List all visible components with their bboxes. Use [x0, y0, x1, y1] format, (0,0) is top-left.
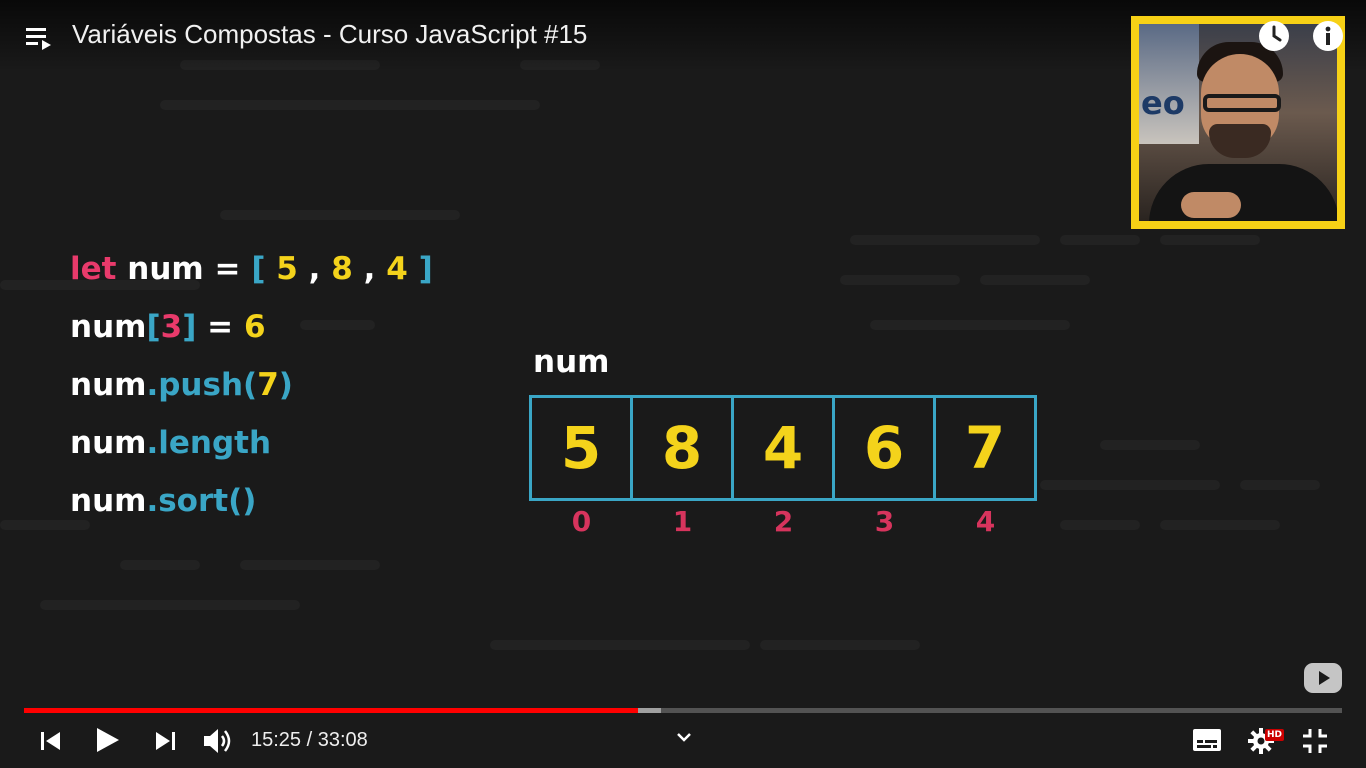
code-line-1: let num = [ 5 , 8 , 4 ]: [70, 240, 433, 298]
method-call: .push(: [146, 367, 258, 403]
clock-icon[interactable]: [1258, 20, 1290, 52]
exit-fullscreen-icon[interactable]: [1302, 728, 1328, 759]
property-access: .length: [146, 425, 272, 461]
hd-badge: HD: [1265, 729, 1285, 741]
array-index: 2: [773, 505, 794, 538]
number: 5: [276, 251, 298, 287]
separator: ,: [308, 251, 321, 287]
separator: ,: [363, 251, 376, 287]
operator: =: [214, 251, 241, 287]
method-call: .sort(): [146, 483, 257, 519]
variable-name: num: [70, 309, 147, 345]
bracket: [: [146, 309, 161, 345]
operator: =: [207, 309, 234, 345]
youtube-logo-icon[interactable]: [1304, 663, 1342, 693]
variable-name: num: [70, 425, 147, 461]
variable-name: num: [127, 251, 204, 287]
code-line-4: num.length: [70, 414, 433, 472]
bracket: [: [251, 251, 266, 287]
array-cell: 5: [532, 398, 633, 498]
info-icon[interactable]: [1312, 20, 1344, 52]
code-line-5: num.sort(): [70, 472, 433, 530]
keyword: let: [70, 251, 117, 287]
variable-name: num: [70, 367, 147, 403]
time-separator: /: [301, 729, 318, 751]
array-index: 1: [672, 505, 693, 538]
current-time: 15:25: [251, 729, 302, 751]
array-indices: 0 1 2 3 4: [531, 505, 1036, 538]
code-line-2: num[3] = 6: [70, 298, 433, 356]
number: 8: [331, 251, 353, 287]
array-label: num: [533, 344, 610, 380]
array-cell: 7: [964, 414, 1006, 482]
array-cell: 6: [835, 398, 936, 498]
play-icon[interactable]: [95, 726, 121, 759]
number: 6: [243, 309, 266, 345]
previous-icon[interactable]: [40, 730, 62, 757]
number: 7: [257, 367, 279, 403]
subtitles-icon[interactable]: [1193, 729, 1221, 756]
time-display: 15:25 / 33:08: [251, 729, 368, 752]
array-cell: 8: [633, 398, 734, 498]
playlist-icon[interactable]: [26, 26, 54, 52]
index-number: 3: [160, 309, 183, 345]
code-block: let num = [ 5 , 8 , 4 ] num[3] = 6 num.p…: [70, 240, 433, 530]
bracket: ]: [182, 309, 197, 345]
code-line-3: num.push(7): [70, 356, 433, 414]
number: 4: [386, 251, 408, 287]
array-index: 4: [975, 505, 996, 538]
duration: 33:08: [317, 729, 368, 751]
array-cell: 4: [734, 398, 835, 498]
variable-name: num: [70, 483, 147, 519]
chevron-down-icon[interactable]: [675, 730, 693, 749]
volume-icon[interactable]: [203, 727, 233, 760]
bracket: ): [278, 367, 293, 403]
array-index: 0: [571, 505, 592, 538]
next-icon[interactable]: [154, 730, 176, 757]
array-index: 3: [874, 505, 895, 538]
progress-played: [24, 708, 639, 713]
array-boxes: 58467: [529, 395, 1037, 501]
video-title[interactable]: Variáveis Compostas - Curso JavaScript #…: [72, 19, 587, 50]
bracket: ]: [418, 251, 433, 287]
progress-bar[interactable]: [24, 708, 1342, 713]
